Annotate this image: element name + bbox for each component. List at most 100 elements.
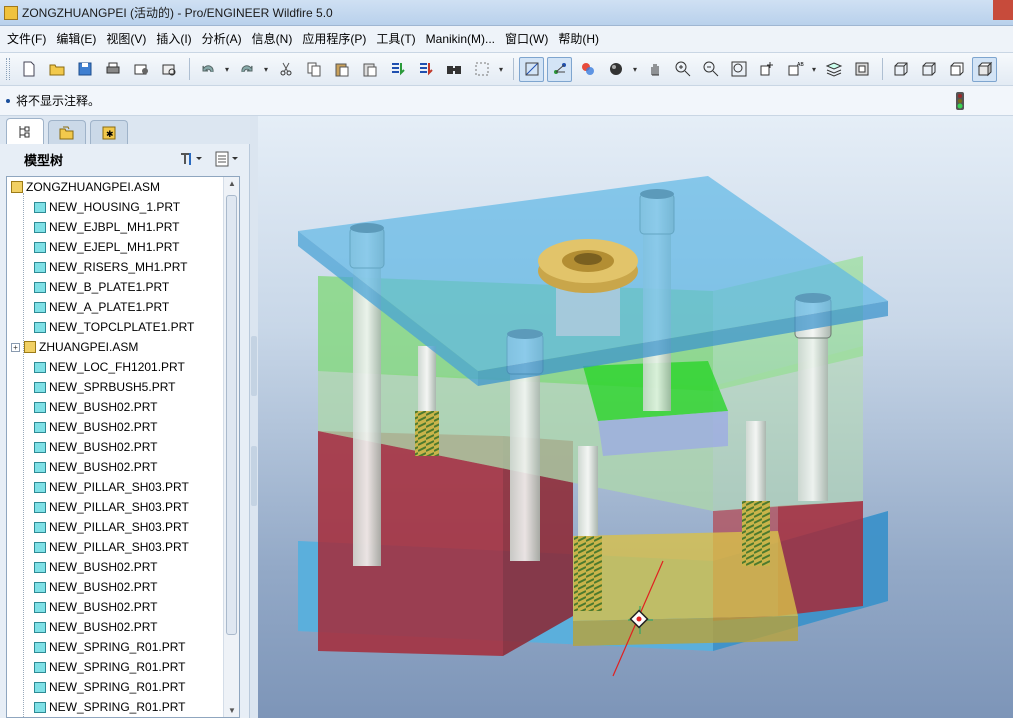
tree-row-assembly[interactable]: ZONGZHUANGPEI.ASM	[7, 177, 239, 197]
paste-icon[interactable]	[329, 57, 354, 82]
tree-settings-button[interactable]	[176, 149, 206, 169]
copy-icon[interactable]	[301, 57, 326, 82]
tree-row-part[interactable]: NEW_SPRING_R01.PRT	[7, 677, 239, 697]
open-folder-icon[interactable]	[44, 57, 69, 82]
toolbar-separator	[882, 58, 883, 80]
print-icon[interactable]	[100, 57, 125, 82]
select-box-icon[interactable]	[469, 57, 494, 82]
favorites-tab[interactable]: ✱	[90, 120, 128, 144]
assembly-icon	[11, 181, 23, 193]
paste-special-icon[interactable]	[357, 57, 382, 82]
sash-knob[interactable]	[251, 446, 257, 506]
zoom-out-icon[interactable]	[698, 57, 723, 82]
folder-browser-tab[interactable]	[48, 120, 86, 144]
regenerate-manager-icon[interactable]	[413, 57, 438, 82]
undo-dropdown[interactable]: ▾	[223, 57, 231, 82]
model-display-icon[interactable]	[849, 57, 874, 82]
model-tree-title: 模型树	[24, 152, 64, 168]
status-light-icon[interactable]	[955, 92, 965, 110]
tree-row-part[interactable]: NEW_BUSH02.PRT	[7, 457, 239, 477]
tree-row-part[interactable]: NEW_B_PLATE1.PRT	[7, 277, 239, 297]
tree-row-part[interactable]: NEW_PILLAR_SH03.PRT	[7, 477, 239, 497]
tree-row-part[interactable]: NEW_A_PLATE1.PRT	[7, 297, 239, 317]
tree-row-part[interactable]: NEW_HOUSING_1.PRT	[7, 197, 239, 217]
wireframe-icon[interactable]	[888, 57, 913, 82]
tree-row-assembly[interactable]: + ZHUANGPEI.ASM	[7, 337, 239, 357]
tree-row-part[interactable]: NEW_BUSH02.PRT	[7, 597, 239, 617]
menu-applications[interactable]: 应用程序(P)	[297, 26, 371, 52]
menu-edit[interactable]: 编辑(E)	[51, 26, 101, 52]
no-hidden-icon[interactable]	[944, 57, 969, 82]
shading-icon[interactable]	[972, 56, 997, 82]
menu-manikin[interactable]: Manikin(M)...	[421, 26, 500, 52]
part-icon	[34, 441, 46, 453]
menu-window[interactable]: 窗口(W)	[500, 26, 553, 52]
datum-display-icon[interactable]	[519, 56, 544, 82]
scroll-down-arrow-icon[interactable]: ▼	[227, 706, 237, 715]
tree-row-part[interactable]: NEW_EJEPL_MH1.PRT	[7, 237, 239, 257]
spin-center-icon[interactable]	[547, 56, 572, 82]
reorient-icon[interactable]	[754, 57, 779, 82]
view-manager-icon[interactable]: AB	[782, 57, 807, 82]
tree-row-part[interactable]: NEW_SPRING_R01.PRT	[7, 637, 239, 657]
model-tree-tab[interactable]	[6, 118, 44, 144]
part-icon	[34, 381, 46, 393]
select-dropdown[interactable]: ▾	[497, 57, 505, 82]
find-icon[interactable]	[441, 57, 466, 82]
menu-help[interactable]: 帮助(H)	[553, 26, 604, 52]
tree-row-part[interactable]: NEW_PILLAR_SH03.PRT	[7, 497, 239, 517]
tree-row-part[interactable]: NEW_SPRING_R01.PRT	[7, 697, 239, 717]
menu-file[interactable]: 文件(F)	[2, 26, 51, 52]
view-manager-dropdown[interactable]: ▾	[810, 57, 818, 82]
save-icon[interactable]	[72, 57, 97, 82]
window-close-button[interactable]	[993, 0, 1013, 20]
tree-row-part[interactable]: NEW_BUSH02.PRT	[7, 417, 239, 437]
menu-insert[interactable]: 插入(I)	[151, 26, 196, 52]
tree-row-part[interactable]: NEW_BUSH02.PRT	[7, 437, 239, 457]
main-toolbar: ▾ ▾ ▾ ▾ AB ▾	[0, 52, 1013, 86]
layers-icon[interactable]	[821, 57, 846, 82]
scroll-up-arrow-icon[interactable]: ▲	[227, 179, 237, 188]
tree-item-label: NEW_BUSH02.PRT	[49, 400, 158, 414]
redo-dropdown[interactable]: ▾	[262, 57, 270, 82]
refit-icon[interactable]	[726, 57, 751, 82]
toolbar-grip[interactable]	[6, 58, 10, 80]
tree-row-part[interactable]: NEW_BUSH02.PRT	[7, 397, 239, 417]
send-mail-icon[interactable]	[128, 57, 153, 82]
tree-row-part[interactable]: NEW_PILLAR_SH03.PRT	[7, 537, 239, 557]
menu-analysis[interactable]: 分析(A)	[197, 26, 247, 52]
tree-row-part[interactable]: NEW_BUSH02.PRT	[7, 577, 239, 597]
tree-row-part[interactable]: NEW_LOC_FH1201.PRT	[7, 357, 239, 377]
tree-row-part[interactable]: NEW_BUSH02.PRT	[7, 617, 239, 637]
saved-views-icon[interactable]	[575, 57, 600, 82]
zoom-in-icon[interactable]	[670, 57, 695, 82]
cut-icon[interactable]	[273, 57, 298, 82]
redo-icon[interactable]	[234, 57, 259, 82]
menu-info[interactable]: 信息(N)	[247, 26, 298, 52]
undo-icon[interactable]	[195, 57, 220, 82]
expand-toggle-icon[interactable]: +	[11, 342, 20, 352]
tree-scrollbar[interactable]: ▲ ▼	[223, 177, 239, 717]
mold-assembly-model[interactable]	[258, 116, 1013, 718]
appearance-dropdown[interactable]: ▾	[631, 57, 639, 82]
menu-view[interactable]: 视图(V)	[101, 26, 151, 52]
tree-row-part[interactable]: NEW_PILLAR_SH03.PRT	[7, 517, 239, 537]
tree-row-part[interactable]: NEW_EJBPL_MH1.PRT	[7, 217, 239, 237]
tree-row-part[interactable]: NEW_BUSH02.PRT	[7, 557, 239, 577]
tree-display-button[interactable]	[212, 149, 242, 169]
regenerate-icon[interactable]	[385, 57, 410, 82]
tree-row-part[interactable]: NEW_SPRING_R01.PRT	[7, 657, 239, 677]
appearance-icon[interactable]	[603, 57, 628, 82]
tree-scroll-thumb[interactable]	[226, 195, 237, 635]
tree-row-part[interactable]: NEW_TOPCLPLATE1.PRT	[7, 317, 239, 337]
hidden-line-icon[interactable]	[916, 57, 941, 82]
menu-tools[interactable]: 工具(T)	[371, 26, 420, 52]
tree-row-part[interactable]: NEW_RISERS_MH1.PRT	[7, 257, 239, 277]
new-file-icon[interactable]	[16, 57, 41, 82]
pan-icon[interactable]	[642, 57, 667, 82]
tree-row-part[interactable]: NEW_SPRBUSH5.PRT	[7, 377, 239, 397]
panel-sash[interactable]	[250, 116, 258, 718]
sash-knob[interactable]	[251, 336, 257, 396]
email-link-icon[interactable]	[156, 57, 181, 82]
graphics-window[interactable]	[258, 116, 1013, 718]
